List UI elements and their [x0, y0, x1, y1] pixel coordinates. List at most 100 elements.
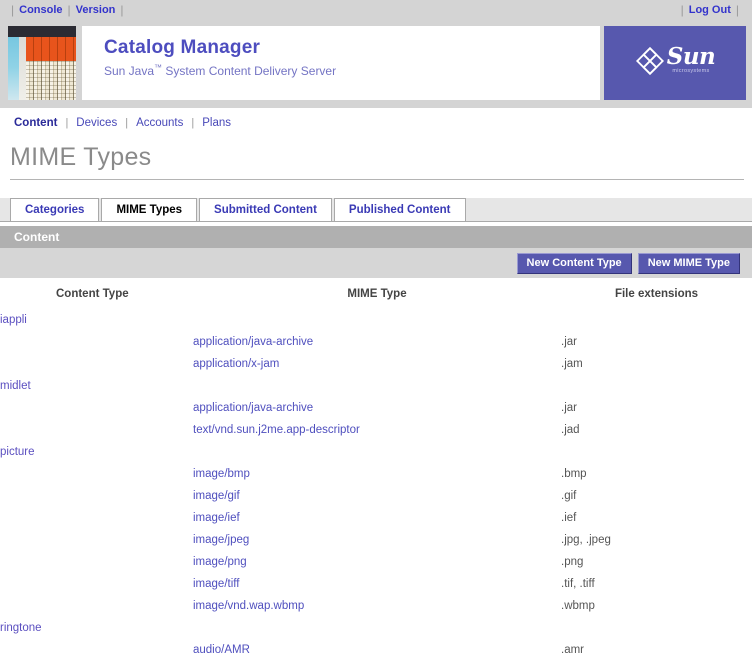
banner-photo-orange-shelf — [26, 37, 76, 61]
cell-mime-type: image/ief — [193, 507, 561, 529]
mime-type-link[interactable]: audio/AMR — [193, 644, 250, 656]
banner-photo-book-texture — [26, 61, 76, 100]
separator-bar: | — [191, 117, 195, 129]
console-link[interactable]: Console — [19, 4, 62, 16]
separator-bar: | — [67, 3, 71, 17]
cell-mime-type: application/java-archive — [193, 397, 561, 419]
table-row: image/png .png — [0, 551, 752, 573]
cell-content-type — [0, 419, 193, 441]
mime-type-link[interactable]: image/jpeg — [193, 534, 249, 546]
new-mime-type-button[interactable]: New MIME Type — [637, 252, 740, 274]
content-type-link[interactable]: picture — [0, 446, 35, 458]
panel-header: Content — [0, 226, 752, 248]
tab-categories[interactable]: Categories — [10, 198, 100, 221]
cell-content-type — [0, 595, 193, 617]
cell-mime-type — [193, 441, 561, 463]
cell-content-type — [0, 397, 193, 419]
top-utility-right-group: | Log Out | — [676, 4, 744, 16]
cell-file-extensions: .gif — [561, 485, 752, 507]
cell-mime-type: image/vnd.wap.wbmp — [193, 595, 561, 617]
cell-mime-type: application/java-archive — [193, 331, 561, 353]
cell-file-extensions — [561, 309, 752, 331]
file-extensions-value: .bmp — [561, 468, 587, 480]
nav-item-content[interactable]: Content — [14, 117, 57, 129]
mime-type-link[interactable]: application/x-jam — [193, 358, 279, 370]
top-utility-left-group: | Console | Version | — [6, 4, 129, 16]
cell-content-type — [0, 573, 193, 595]
mime-type-link[interactable]: image/ief — [193, 512, 240, 524]
file-extensions-value: .tif, .tiff — [561, 578, 595, 590]
cell-file-extensions — [561, 375, 752, 397]
mime-types-table: Content Type MIME Type File extensions i… — [0, 278, 752, 661]
content-type-link[interactable]: ringtone — [0, 622, 42, 634]
app-subtitle: Sun Java™ System Content Delivery Server — [104, 62, 600, 78]
file-extensions-value: .amr — [561, 644, 584, 656]
page-title: MIME Types — [10, 143, 152, 171]
banner-photo-sky — [8, 26, 19, 100]
cell-file-extensions: .png — [561, 551, 752, 573]
nav-item-devices[interactable]: Devices — [76, 117, 117, 129]
cell-mime-type: image/bmp — [193, 463, 561, 485]
table-row: application/java-archive .jar — [0, 331, 752, 353]
mime-type-link[interactable]: application/java-archive — [193, 336, 313, 348]
mime-type-link[interactable]: image/gif — [193, 490, 240, 502]
table-row: image/vnd.wap.wbmp .wbmp — [0, 595, 752, 617]
cell-mime-type: application/x-jam — [193, 353, 561, 375]
table-row: image/jpeg .jpg, .jpeg — [0, 529, 752, 551]
primary-nav: Content | Devices | Accounts | Plans — [0, 108, 752, 138]
cell-file-extensions: .tif, .tiff — [561, 573, 752, 595]
nav-item-accounts[interactable]: Accounts — [136, 117, 183, 129]
cell-mime-type: image/gif — [193, 485, 561, 507]
separator-bar: | — [680, 3, 684, 17]
separator-bar: | — [65, 117, 69, 129]
table-row: iappli — [0, 309, 752, 331]
cell-file-extensions: .jar — [561, 331, 752, 353]
mime-type-link[interactable]: text/vnd.sun.j2me.app-descriptor — [193, 424, 360, 436]
cell-mime-type — [193, 375, 561, 397]
file-extensions-value: .png — [561, 556, 584, 568]
cell-file-extensions: .ief — [561, 507, 752, 529]
cell-content-type — [0, 507, 193, 529]
new-content-type-button[interactable]: New Content Type — [516, 252, 632, 274]
sun-wordmark-text: Sun — [666, 43, 716, 70]
cell-file-extensions: .jad — [561, 419, 752, 441]
mime-type-link[interactable]: image/bmp — [193, 468, 250, 480]
table-row: image/ief .ief — [0, 507, 752, 529]
cell-file-extensions: .amr — [561, 639, 752, 661]
cell-mime-type — [193, 617, 561, 639]
cell-content-type — [0, 463, 193, 485]
file-extensions-value: .ief — [561, 512, 577, 524]
mime-type-link[interactable]: image/tiff — [193, 578, 239, 590]
table-header: Content Type MIME Type File extensions — [0, 278, 752, 309]
file-extensions-value: .jad — [561, 424, 580, 436]
cell-file-extensions: .bmp — [561, 463, 752, 485]
version-link[interactable]: Version — [76, 4, 116, 16]
cell-content-type — [0, 331, 193, 353]
tab-published-content[interactable]: Published Content — [333, 198, 466, 221]
banner-photo-bookshelf — [8, 26, 76, 100]
log-out-link[interactable]: Log Out — [689, 4, 731, 16]
cell-content-type — [0, 551, 193, 573]
file-extensions-value: .gif — [561, 490, 577, 502]
content-type-link[interactable]: iappli — [0, 314, 27, 326]
cell-file-extensions: .wbmp — [561, 595, 752, 617]
separator-bar: | — [11, 3, 15, 17]
page-header: MIME Types — [0, 138, 752, 180]
mime-type-link[interactable]: application/java-archive — [193, 402, 313, 414]
table-row: audio/AMR .amr — [0, 639, 752, 661]
mime-type-link[interactable]: image/png — [193, 556, 247, 568]
sun-tagline: microsystems — [672, 68, 710, 74]
tab-submitted-content[interactable]: Submitted Content — [199, 198, 332, 221]
nav-item-plans[interactable]: Plans — [202, 117, 231, 129]
cell-content-type — [0, 485, 193, 507]
tab-mime-types[interactable]: MIME Types — [101, 198, 198, 221]
sun-diamond-icon — [635, 46, 664, 76]
sun-logo: Sun microsystems — [635, 43, 716, 76]
content-type-link[interactable]: midlet — [0, 380, 31, 392]
separator-bar: | — [125, 117, 129, 129]
sun-wordmark: Sun microsystems — [666, 43, 716, 75]
mime-type-link[interactable]: image/vnd.wap.wbmp — [193, 600, 304, 612]
cell-content-type — [0, 353, 193, 375]
trademark-symbol: ™ — [154, 62, 163, 72]
cell-content-type: iappli — [0, 309, 193, 331]
